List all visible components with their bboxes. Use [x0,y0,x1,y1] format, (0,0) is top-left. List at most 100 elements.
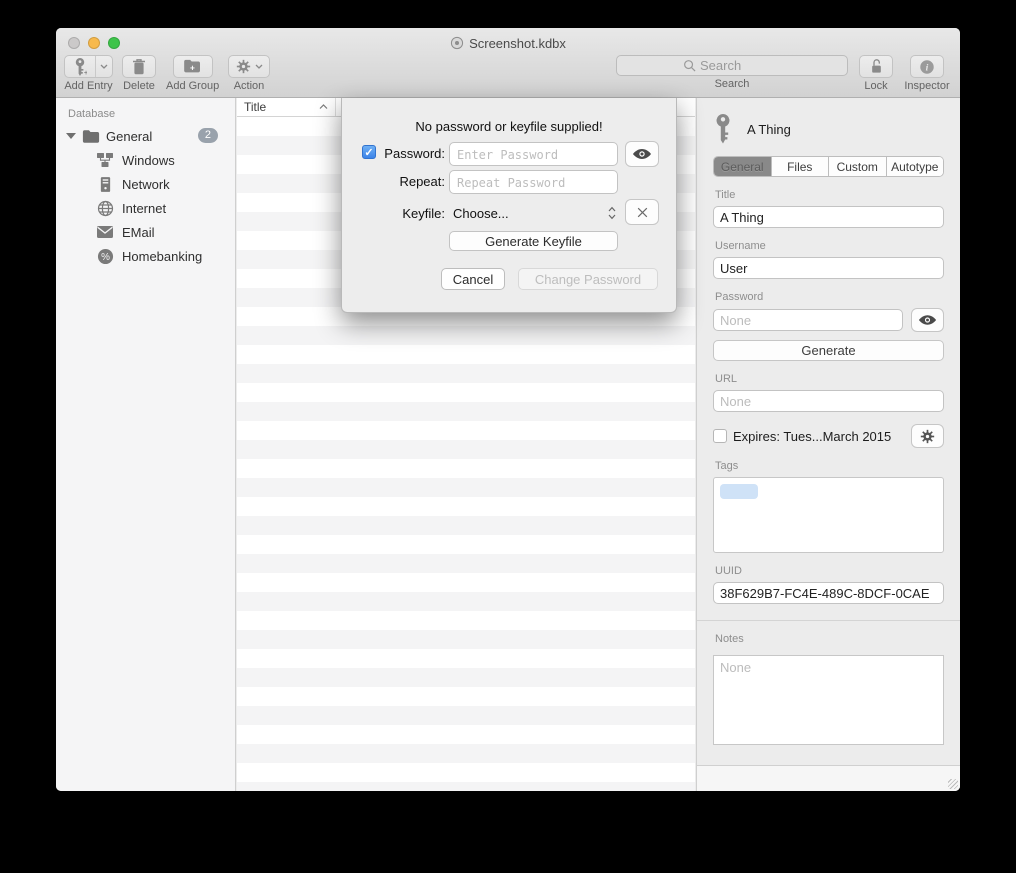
action-button[interactable] [228,55,270,78]
tags-label: Tags [715,460,944,472]
change-password-sheet: No password or keyfile supplied! ✓ Passw… [341,98,677,313]
eye-icon [918,314,937,326]
generate-password-button[interactable]: Generate [713,340,944,361]
expires-checkbox[interactable] [713,429,727,443]
username-field[interactable] [713,257,944,279]
tab-autotype[interactable]: Autotype [887,157,944,176]
add-entry-toolbar-item: + Add Entry [64,55,113,92]
search-toolbar-item: Search [616,55,848,90]
title-field[interactable] [713,206,944,228]
search-label: Search [715,78,750,90]
sidebar-item-network[interactable]: Network [56,172,235,196]
sidebar-item-label: Homebanking [122,249,202,264]
inspector-panel: A Thing General Files Custom Autotype Ti… [696,98,960,791]
gear-icon [236,59,251,74]
key-icon [713,114,733,144]
inspector-tabs: General Files Custom Autotype [713,156,944,177]
add-entry-label: Add Entry [64,80,112,92]
gear-icon [920,429,935,444]
delete-button[interactable] [122,55,156,78]
add-group-button[interactable]: + [173,55,213,78]
svg-text:i: i [926,62,929,73]
password-field[interactable] [713,309,903,331]
sidebar-item-label: Network [122,177,170,192]
app-window: Screenshot.kdbx + Add Entry [56,28,960,791]
window-title-area: Screenshot.kdbx [56,34,960,52]
sidebar-item-label: Windows [122,153,175,168]
password-field-label: Password [715,291,944,303]
search-input[interactable] [700,58,800,73]
notes-label: Notes [715,633,944,645]
sidebar-item-internet[interactable]: Internet [56,196,235,220]
column-header-title[interactable]: Title [237,98,336,116]
lock-label: Lock [864,80,887,92]
unlocked-padlock-icon [869,58,884,75]
sort-ascending-icon [319,104,328,110]
document-icon [450,36,464,50]
window-title: Screenshot.kdbx [469,36,566,51]
key-plus-icon: + [73,58,87,76]
sidebar-item-label: General [106,129,152,144]
resize-grip[interactable] [948,779,958,789]
title-field-label: Title [715,189,944,201]
workgroup-icon [96,151,114,169]
sheet-repeat-field[interactable] [449,170,618,194]
svg-text:+: + [190,62,195,72]
eye-icon [632,148,652,160]
chevron-down-icon [255,64,263,69]
sheet-reveal-password-button[interactable] [625,141,659,167]
sidebar: Database General 2 Windows [56,98,236,791]
tag-token[interactable] [720,484,758,499]
inspector-toolbar-item: i Inspector [899,55,955,92]
tab-files[interactable]: Files [772,157,830,176]
tab-custom[interactable]: Custom [829,157,887,176]
x-icon [636,206,649,219]
stepper-chevrons-icon [608,206,616,220]
lock-button[interactable] [859,55,893,78]
sidebar-item-label: Internet [122,201,166,216]
percent-icon: % [96,247,114,265]
svg-text:%: % [101,252,110,263]
titlebar-toolbar: Screenshot.kdbx + Add Entry [56,28,960,98]
tags-field[interactable] [713,477,944,553]
sidebar-item-windows[interactable]: Windows [56,148,235,172]
search-icon [683,59,696,72]
delete-toolbar-item: Delete [122,55,156,92]
sheet-keyfile-label: Keyfile: [342,206,445,221]
sidebar-item-general[interactable]: General 2 [56,124,235,148]
add-entry-button[interactable]: + [64,55,113,78]
trash-icon [131,58,147,75]
tab-general[interactable]: General [714,157,772,176]
url-field-label: URL [715,373,944,385]
notes-field[interactable] [713,655,944,745]
reveal-password-button[interactable] [911,308,944,332]
username-field-label: Username [715,240,944,252]
url-field[interactable] [713,390,944,412]
cancel-button[interactable]: Cancel [441,268,505,290]
sidebar-item-email[interactable]: EMail [56,220,235,244]
info-icon: i [919,59,935,75]
svg-text:+: + [84,70,87,76]
sidebar-item-homebanking[interactable]: % Homebanking [56,244,235,268]
uuid-field[interactable] [713,582,944,604]
sheet-password-field[interactable] [449,142,618,166]
expires-settings-button[interactable] [911,424,944,448]
envelope-icon [96,223,114,241]
entry-count-badge: 2 [198,128,218,143]
clear-keyfile-button[interactable] [625,199,659,225]
sheet-warning-message: No password or keyfile supplied! [342,119,676,134]
change-password-button[interactable]: Change Password [518,268,658,290]
generate-keyfile-button[interactable]: Generate Keyfile [449,231,618,251]
action-label: Action [234,80,265,92]
notes-section: Notes [697,620,960,748]
action-toolbar-item: Action [228,55,270,92]
add-group-label: Add Group [166,80,219,92]
inspector-button[interactable]: i [910,55,944,78]
disclosure-triangle-icon[interactable] [66,133,76,139]
inspector-entry-header: A Thing [713,112,944,146]
sidebar-item-label: EMail [122,225,155,240]
folder-plus-icon: + [183,59,202,74]
uuid-label: UUID [715,565,944,577]
keyfile-popup[interactable]: Choose... [449,201,618,225]
add-group-toolbar-item: + Add Group [166,55,219,92]
